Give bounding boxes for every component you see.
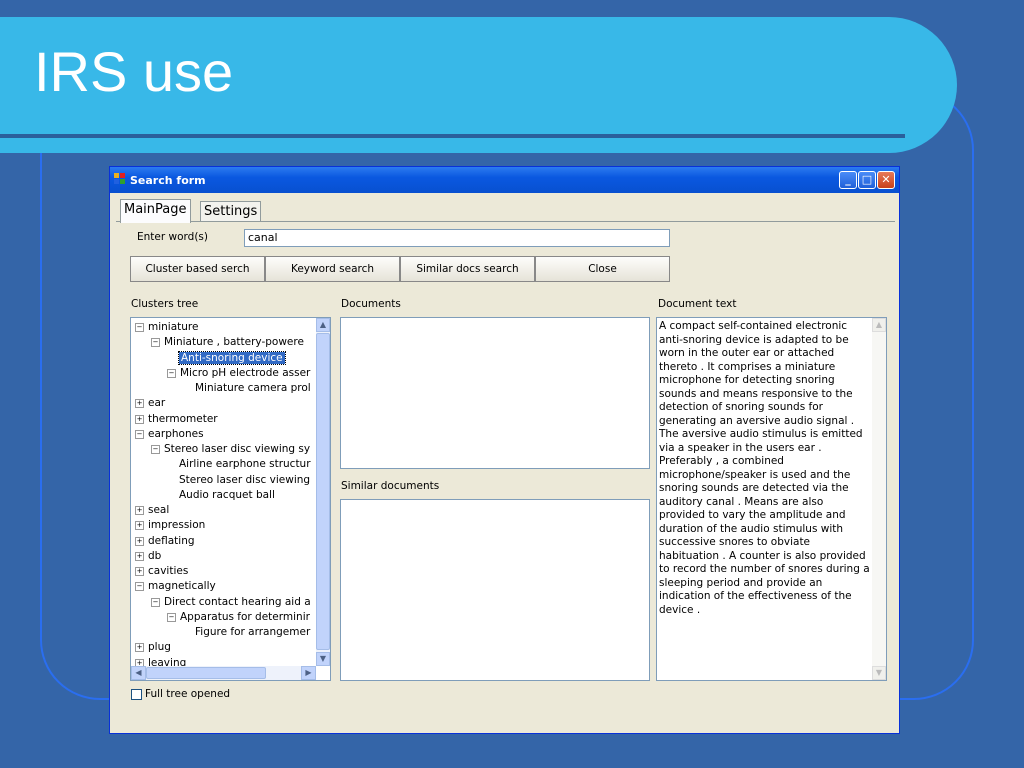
tree-node[interactable]: + impression — [135, 518, 205, 532]
tree-node[interactable]: + deflating — [135, 534, 195, 548]
tree-node[interactable]: − Stereo laser disc viewing sy — [151, 442, 310, 456]
search-input[interactable]: canal — [244, 229, 670, 247]
expand-icon[interactable]: + — [135, 521, 144, 531]
tree-node-label: Anti-snoring device — [178, 350, 286, 365]
tree-node-label: cavities — [148, 565, 189, 577]
expand-icon[interactable]: + — [135, 506, 144, 515]
tree-node[interactable]: + seal — [135, 503, 169, 517]
tree-node-label: thermometer — [148, 412, 218, 425]
doc-scroll-down-icon[interactable]: ▼ — [872, 666, 886, 680]
tree-node-label: magnetically — [148, 580, 216, 593]
clusters-tree[interactable]: − miniature − Miniature , battery-powere Ant… — [130, 317, 331, 681]
tree-node-label: seal — [148, 504, 170, 516]
tab-settings[interactable]: Settings — [200, 201, 262, 221]
tree-node[interactable]: Stereo laser disc viewing — [167, 473, 310, 487]
window-titlebar[interactable]: Search form _ □ ✕ — [110, 167, 899, 193]
collapse-icon[interactable]: − — [135, 582, 144, 592]
tree-node-label: miniature — [148, 321, 199, 333]
documents-list[interactable] — [340, 317, 650, 469]
cluster-search-button[interactable]: Cluster based serch — [130, 256, 265, 282]
search-label: Enter word(s) — [137, 231, 208, 243]
tree-node[interactable]: − Miniature , battery-powere — [151, 335, 304, 349]
tree-node[interactable]: − earphones — [135, 427, 204, 441]
expand-icon[interactable]: + — [135, 567, 144, 576]
tree-node-label: earphones — [148, 427, 204, 440]
tree-node[interactable]: − Apparatus for determinir — [167, 610, 310, 624]
maximize-icon[interactable]: □ — [858, 171, 876, 189]
tree-node[interactable]: + db — [135, 549, 161, 563]
expand-icon[interactable]: + — [135, 399, 144, 409]
full-tree-label: Full tree opened — [145, 688, 231, 700]
tree-node-label: Stereo laser disc viewing — [179, 473, 311, 486]
scroll-up-icon[interactable]: ▲ — [316, 318, 330, 332]
tree-node-label: Figure for arrangemer — [195, 626, 311, 638]
tree-node-label: db — [148, 549, 162, 562]
tree-node[interactable]: + plug — [135, 640, 171, 654]
tree-node-label: plug — [148, 641, 171, 654]
tree-node-label: Miniature , battery-powere — [164, 336, 304, 349]
keyword-search-button[interactable]: Keyword search — [265, 256, 400, 282]
title-underline — [0, 134, 905, 138]
scroll-left-icon[interactable]: ◀ — [131, 666, 146, 680]
tree-node-label: Stereo laser disc viewing sy — [164, 443, 311, 455]
similar-docs-search-button[interactable]: Similar docs search — [400, 256, 535, 282]
collapse-icon[interactable]: − — [151, 338, 160, 348]
similar-documents-label: Similar documents — [341, 480, 440, 492]
collapse-icon[interactable]: − — [167, 612, 176, 622]
tree-node-label: Micro pH electrode asser — [180, 366, 311, 379]
minimize-icon[interactable]: _ — [839, 171, 857, 189]
tree-node-label: Apparatus for determinir — [180, 610, 310, 623]
tree-node[interactable]: Figure for arrangemer — [183, 625, 310, 639]
tree-node-label: Miniature camera prol — [195, 382, 311, 394]
expand-icon[interactable]: + — [135, 536, 144, 546]
tree-scroll-thumb[interactable] — [316, 333, 330, 650]
tree-node-label: deflating — [148, 534, 195, 547]
app-icon — [114, 173, 126, 185]
tree-node-label: Audio racquet ball — [179, 488, 275, 501]
tree-node[interactable]: − Micro pH electrode asser — [167, 366, 310, 380]
document-text-label: Document text — [658, 298, 737, 310]
tree-node-label: ear — [148, 397, 166, 410]
tree-node[interactable]: + ear — [135, 396, 165, 410]
search-form-window: Search form _ □ ✕ MainPage Settings Ente… — [109, 166, 900, 734]
clusters-tree-label: Clusters tree — [131, 298, 199, 310]
scroll-right-icon[interactable]: ▶ — [301, 666, 316, 680]
scroll-down-icon[interactable]: ▼ — [316, 652, 330, 666]
expand-icon[interactable]: + — [135, 551, 144, 561]
tab-mainpage[interactable]: MainPage — [120, 199, 191, 223]
tree-node[interactable]: Anti-snoring device — [167, 350, 286, 365]
collapse-icon[interactable]: − — [167, 368, 176, 378]
document-text-content: A compact self-contained electronic anti… — [659, 320, 870, 616]
tree-node[interactable]: − Direct contact hearing aid a — [151, 595, 311, 609]
collapse-icon[interactable]: − — [135, 429, 144, 439]
collapse-icon[interactable]: − — [151, 445, 160, 454]
documents-label: Documents — [341, 298, 401, 310]
document-text-area[interactable]: A compact self-contained electronic anti… — [656, 317, 887, 681]
similar-documents-list[interactable] — [340, 499, 650, 681]
tree-node[interactable]: Audio racquet ball — [167, 488, 275, 502]
tree-vertical-scrollbar[interactable]: ▲ ▼ — [316, 318, 330, 666]
tree-hscroll-thumb[interactable] — [146, 667, 266, 679]
doc-text-scrollbar[interactable]: ▲ ▼ — [872, 318, 886, 680]
doc-scroll-up-icon[interactable]: ▲ — [872, 318, 886, 332]
tree-node[interactable]: − miniature — [135, 320, 198, 334]
collapse-icon[interactable]: − — [135, 323, 144, 332]
tree-node[interactable]: + cavities — [135, 564, 188, 578]
tree-node[interactable]: Miniature camera prol — [183, 381, 311, 395]
collapse-icon[interactable]: − — [151, 597, 160, 607]
tree-node-label: Direct contact hearing aid a — [164, 595, 311, 608]
full-tree-checkbox[interactable] — [131, 689, 142, 700]
close-button[interactable]: Close — [535, 256, 670, 282]
expand-icon[interactable]: + — [135, 414, 144, 424]
window-title: Search form — [130, 174, 206, 187]
tree-node-label: Airline earphone structur — [179, 458, 311, 471]
tree-node[interactable]: − magnetically — [135, 579, 216, 593]
tree-horizontal-scrollbar[interactable]: ◀ ▶ — [131, 666, 316, 680]
tree-node[interactable]: Airline earphone structur — [167, 457, 311, 471]
expand-icon[interactable]: + — [135, 643, 144, 653]
close-icon[interactable]: ✕ — [877, 171, 895, 189]
slide-title: IRS use — [34, 40, 234, 103]
tree-node-label: impression — [148, 519, 206, 532]
tree-node[interactable]: + thermometer — [135, 412, 218, 426]
